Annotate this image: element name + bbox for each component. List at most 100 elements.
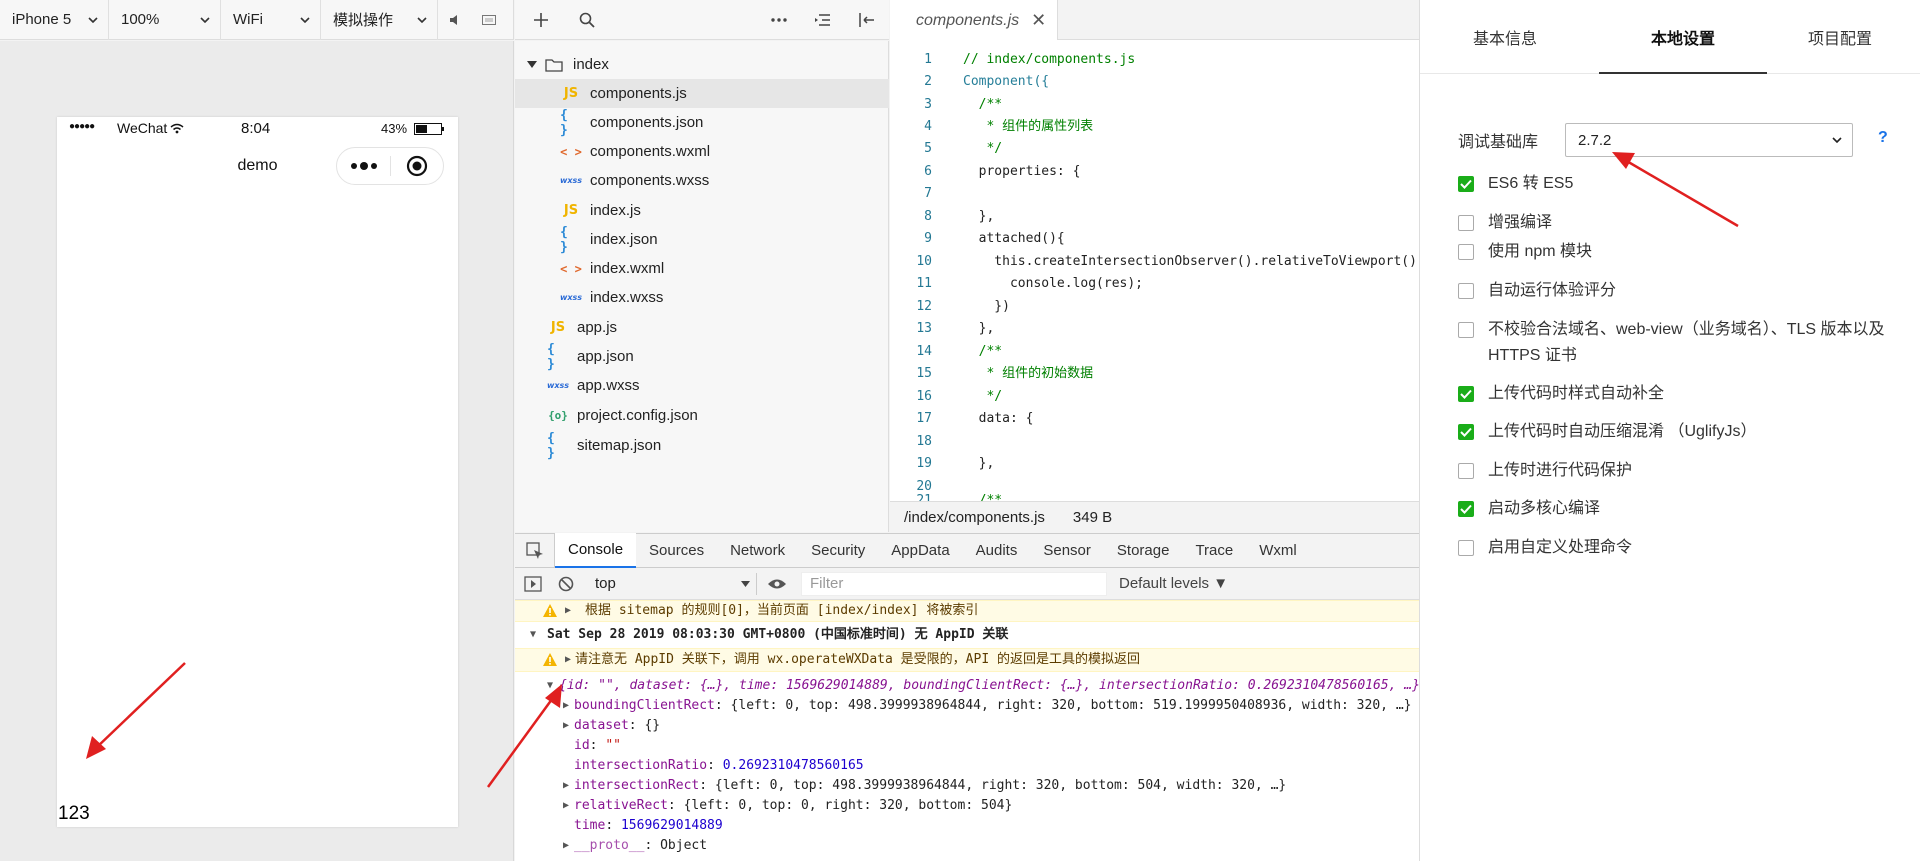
checkbox-checked[interactable] <box>1458 424 1474 440</box>
tree-folder-index[interactable]: index <box>515 50 889 79</box>
checkbox-checked[interactable] <box>1458 501 1474 517</box>
context-value: top <box>595 575 616 592</box>
operation-select[interactable]: 模拟操作 <box>321 0 438 40</box>
checkbox-checked[interactable] <box>1458 176 1474 192</box>
context-select[interactable]: top <box>589 572 757 595</box>
collapse-arrow-icon[interactable]: ▼ <box>547 676 553 696</box>
console-filter-input[interactable]: Filter <box>801 571 1107 596</box>
option-label: ES6 转 ES5 <box>1488 175 1574 192</box>
window-button[interactable] <box>472 0 506 40</box>
object-property[interactable]: ▶ boundingClientRect: {left: 0, top: 498… <box>515 696 1419 716</box>
option-style-autoprefix[interactable]: 上传代码时样式自动补全 <box>1458 381 1908 407</box>
tree-item-components-wxml[interactable]: < > components.wxml <box>515 137 889 166</box>
tree-item-sitemap-json[interactable]: { } sitemap.json <box>515 431 889 461</box>
inspect-button[interactable] <box>515 533 555 568</box>
clear-console-button[interactable] <box>551 576 581 592</box>
option-npm-modules[interactable]: 使用 npm 模块 <box>1458 239 1908 265</box>
expand-arrow-icon[interactable]: ▶ <box>563 776 569 796</box>
base-library-value: 2.7.2 <box>1578 131 1612 149</box>
expand-arrow-icon[interactable]: ▶ <box>563 796 569 816</box>
code-editor[interactable]: 1 // index/components.js 2 Component({ 3 /… <box>890 40 1419 501</box>
base-library-select[interactable]: 2.7.2 <box>1565 123 1853 157</box>
tab-basic-info[interactable]: 基本信息 <box>1420 0 1590 74</box>
tree-item-index-wxss[interactable]: wxss index.wxss <box>515 283 889 312</box>
object-property[interactable]: ▶ intersectionRect: {left: 0, top: 498.3… <box>515 776 1419 796</box>
tree-item-index-js[interactable]: JS index.js <box>515 196 889 225</box>
tab-local-settings[interactable]: 本地设置 <box>1599 0 1767 74</box>
checkbox-unchecked[interactable] <box>1458 215 1474 231</box>
help-icon[interactable]: ? <box>1878 129 1888 147</box>
expand-arrow-icon[interactable]: ▶ <box>563 716 569 736</box>
checkbox-unchecked[interactable] <box>1458 283 1474 299</box>
tab-sensor[interactable]: Sensor <box>1030 534 1104 568</box>
console-warning[interactable]: ▶ 请注意无 AppID 关联下，调用 wx.operateWXData 是受限… <box>515 648 1419 672</box>
capsule-menu[interactable] <box>336 147 444 185</box>
checkbox-unchecked[interactable] <box>1458 322 1474 338</box>
expand-arrow-icon[interactable]: ▶ <box>563 696 569 716</box>
tab-network[interactable]: Network <box>717 534 798 568</box>
checkbox-unchecked[interactable] <box>1458 244 1474 260</box>
tab-storage[interactable]: Storage <box>1104 534 1183 568</box>
add-file-button[interactable] <box>515 0 567 40</box>
toggle-panel-button[interactable] <box>845 0 889 40</box>
tab-project-config[interactable]: 项目配置 <box>1760 0 1920 74</box>
tree-item-app-json[interactable]: { } app.json <box>515 341 889 372</box>
object-property[interactable]: ▶ __proto__: Object <box>515 836 1419 856</box>
zoom-select[interactable]: 100% <box>109 0 221 40</box>
console-object[interactable]: ▼ {id: "", dataset: {…}, time: 156962901… <box>515 676 1419 696</box>
tab-trace[interactable]: Trace <box>1182 534 1246 568</box>
tab-console[interactable]: Console <box>555 533 637 568</box>
tree-item-components-wxss[interactable]: wxss components.wxss <box>515 166 889 195</box>
close-miniprogram-button[interactable] <box>391 155 443 177</box>
tab-sources[interactable]: Sources <box>636 534 717 568</box>
close-icon[interactable]: ✕ <box>1031 10 1046 31</box>
expand-arrow-icon[interactable]: ▶ <box>565 601 571 621</box>
tab-wxml[interactable]: Wxml <box>1246 534 1310 568</box>
option-skip-domain-check[interactable]: 不校验合法域名、web-view（业务域名）、TLS 版本以及 HTTPS 证书 <box>1458 317 1888 369</box>
tab-audits[interactable]: Audits <box>963 534 1031 568</box>
object-property[interactable]: ▶ relativeRect: {left: 0, top: 0, right:… <box>515 796 1419 816</box>
option-multi-core-compile[interactable]: 启动多核心编译 <box>1458 496 1908 522</box>
tree-item-project-config[interactable]: {o} project.config.json <box>515 401 889 430</box>
expand-arrow-icon[interactable]: ▶ <box>565 649 571 671</box>
tree-item-app-js[interactable]: JS app.js <box>515 313 889 342</box>
json-file-icon: { } <box>560 224 568 255</box>
tree-item-index-wxml[interactable]: < > index.wxml <box>515 254 889 283</box>
console-group[interactable]: ▼ Sat Sep 28 2019 08:03:30 GMT+0800 (中国标… <box>515 624 1419 646</box>
option-minify-upload[interactable]: 上传代码时自动压缩混淆 （UglifyJs） <box>1458 419 1908 445</box>
object-property[interactable]: ▶ dataset: {} <box>515 716 1419 736</box>
tree-item-index-json[interactable]: { } index.json <box>515 224 889 255</box>
log-levels-select[interactable]: Default levels ▼ <box>1119 575 1228 592</box>
editor-tab-components-js[interactable]: components.js ✕ <box>890 0 1058 41</box>
tree-item-components-js[interactable]: JS components.js <box>515 79 889 108</box>
property-value: {left: 0, top: 498.3999938964844, right:… <box>714 778 1287 793</box>
search-button[interactable] <box>567 0 607 40</box>
option-enhanced-compile[interactable]: 增强编译 <box>1458 210 1908 236</box>
mute-button[interactable] <box>438 0 472 40</box>
tab-security[interactable]: Security <box>798 534 878 568</box>
option-code-protection[interactable]: 上传时进行代码保护 <box>1458 458 1908 484</box>
tree-item-label: index <box>573 56 609 73</box>
checkbox-unchecked[interactable] <box>1458 463 1474 479</box>
sidebar-toggle-button[interactable] <box>515 575 551 592</box>
option-es6-to-es5[interactable]: ES6 转 ES5 <box>1458 171 1908 197</box>
collapse-all-button[interactable] <box>801 0 845 40</box>
collapse-arrow-icon[interactable]: ▼ <box>530 624 536 646</box>
js-file-icon: JS <box>550 320 566 335</box>
network-select[interactable]: WiFi <box>221 0 321 40</box>
json-file-icon: { } <box>547 341 555 372</box>
tree-item-components-json[interactable]: { } components.json <box>515 108 889 138</box>
checkbox-checked[interactable] <box>1458 386 1474 402</box>
code-line: attached(){ <box>963 231 1065 246</box>
live-expression-button[interactable] <box>757 578 797 590</box>
device-select[interactable]: iPhone 5 <box>0 0 109 40</box>
more-button[interactable] <box>757 0 801 40</box>
console-warning[interactable]: ▶ 根据 sitemap 的规则[0]，当前页面 [index/index] 将… <box>515 600 1419 622</box>
option-auto-audit[interactable]: 自动运行体验评分 <box>1458 278 1908 304</box>
more-button[interactable] <box>337 162 390 170</box>
expand-arrow-icon[interactable]: ▶ <box>563 836 569 856</box>
tab-appdata[interactable]: AppData <box>878 534 962 568</box>
checkbox-unchecked[interactable] <box>1458 540 1474 556</box>
option-custom-commands[interactable]: 启用自定义处理命令 <box>1458 535 1908 561</box>
tree-item-app-wxss[interactable]: wxss app.wxss <box>515 371 889 400</box>
